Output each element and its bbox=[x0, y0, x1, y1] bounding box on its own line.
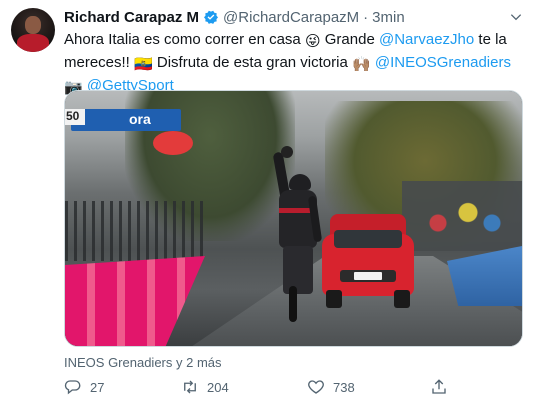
mention-narvaezjho[interactable]: @NarvaezJho bbox=[379, 31, 474, 48]
photo-fence-left bbox=[65, 201, 205, 261]
reply-count: 27 bbox=[90, 379, 105, 395]
photo-red-car bbox=[322, 206, 414, 311]
heart-icon bbox=[308, 380, 324, 394]
tweet-timestamp[interactable]: 3min bbox=[372, 9, 405, 26]
mention-ineosgrenadiers[interactable]: @INEOSGrenadiers bbox=[375, 54, 511, 71]
photo-crowd-right bbox=[402, 181, 522, 251]
author-name[interactable]: Richard Carapaz M bbox=[64, 9, 199, 26]
photo-distance-sign: 50 bbox=[65, 109, 85, 125]
avatar-face bbox=[25, 16, 41, 34]
reply-button[interactable]: 27 bbox=[64, 375, 104, 399]
tweet-header: Richard Carapaz M @RichardCarapazM · 3mi… bbox=[64, 8, 405, 26]
tweet-text: Ahora Italia es como correr en casa 😜 Gr… bbox=[64, 29, 524, 98]
tweet-card[interactable]: Richard Carapaz M @RichardCarapazM · 3mi… bbox=[0, 0, 537, 405]
photo-sponsor-logo bbox=[153, 131, 193, 155]
separator-dot: · bbox=[363, 8, 369, 26]
reply-icon bbox=[64, 380, 81, 395]
tagged-people[interactable]: INEOS Grenadiers y 2 más bbox=[64, 355, 222, 370]
tweet-text-part: Disfruta de esta gran victoria bbox=[152, 54, 352, 71]
cyclist-wheel bbox=[289, 286, 297, 322]
avatar[interactable] bbox=[11, 8, 55, 52]
like-button[interactable]: 738 bbox=[307, 375, 355, 399]
photo-distance-text: 50 bbox=[66, 109, 80, 123]
emoji-raised-hands: 🙌🏽 bbox=[351, 56, 371, 73]
tweet-actions: 27 204 738 bbox=[64, 375, 524, 399]
verified-badge-icon bbox=[203, 9, 219, 25]
chevron-down-icon[interactable] bbox=[509, 10, 523, 24]
emoji-winking-tongue: 😜 bbox=[304, 33, 321, 50]
avatar-shirt bbox=[17, 34, 49, 52]
share-icon bbox=[432, 379, 446, 394]
car-tyre bbox=[394, 290, 410, 308]
cyclist-fist bbox=[281, 146, 293, 158]
retweet-button[interactable]: 204 bbox=[181, 375, 229, 399]
tweet-photo[interactable]: ora 50 bbox=[64, 90, 523, 347]
photo-sponsor-banner: ora bbox=[71, 109, 181, 131]
retweet-count: 204 bbox=[207, 379, 229, 395]
like-count: 738 bbox=[333, 379, 355, 395]
tweet-text-part: Grande bbox=[320, 31, 379, 48]
cyclist-legs bbox=[283, 246, 313, 294]
car-plate bbox=[354, 272, 382, 280]
retweet-icon bbox=[184, 380, 196, 394]
photo-sponsor-text: ora bbox=[129, 111, 151, 127]
photo-cyclist bbox=[265, 146, 335, 322]
tweet-text-part: Ahora Italia es como correr en casa bbox=[64, 31, 305, 48]
cyclist-helmet bbox=[289, 174, 311, 190]
car-windshield bbox=[334, 230, 402, 248]
share-button[interactable] bbox=[430, 375, 456, 399]
emoji-ecuador-flag: 🇪🇨 bbox=[134, 56, 153, 73]
author-handle[interactable]: @RichardCarapazM bbox=[223, 9, 359, 26]
